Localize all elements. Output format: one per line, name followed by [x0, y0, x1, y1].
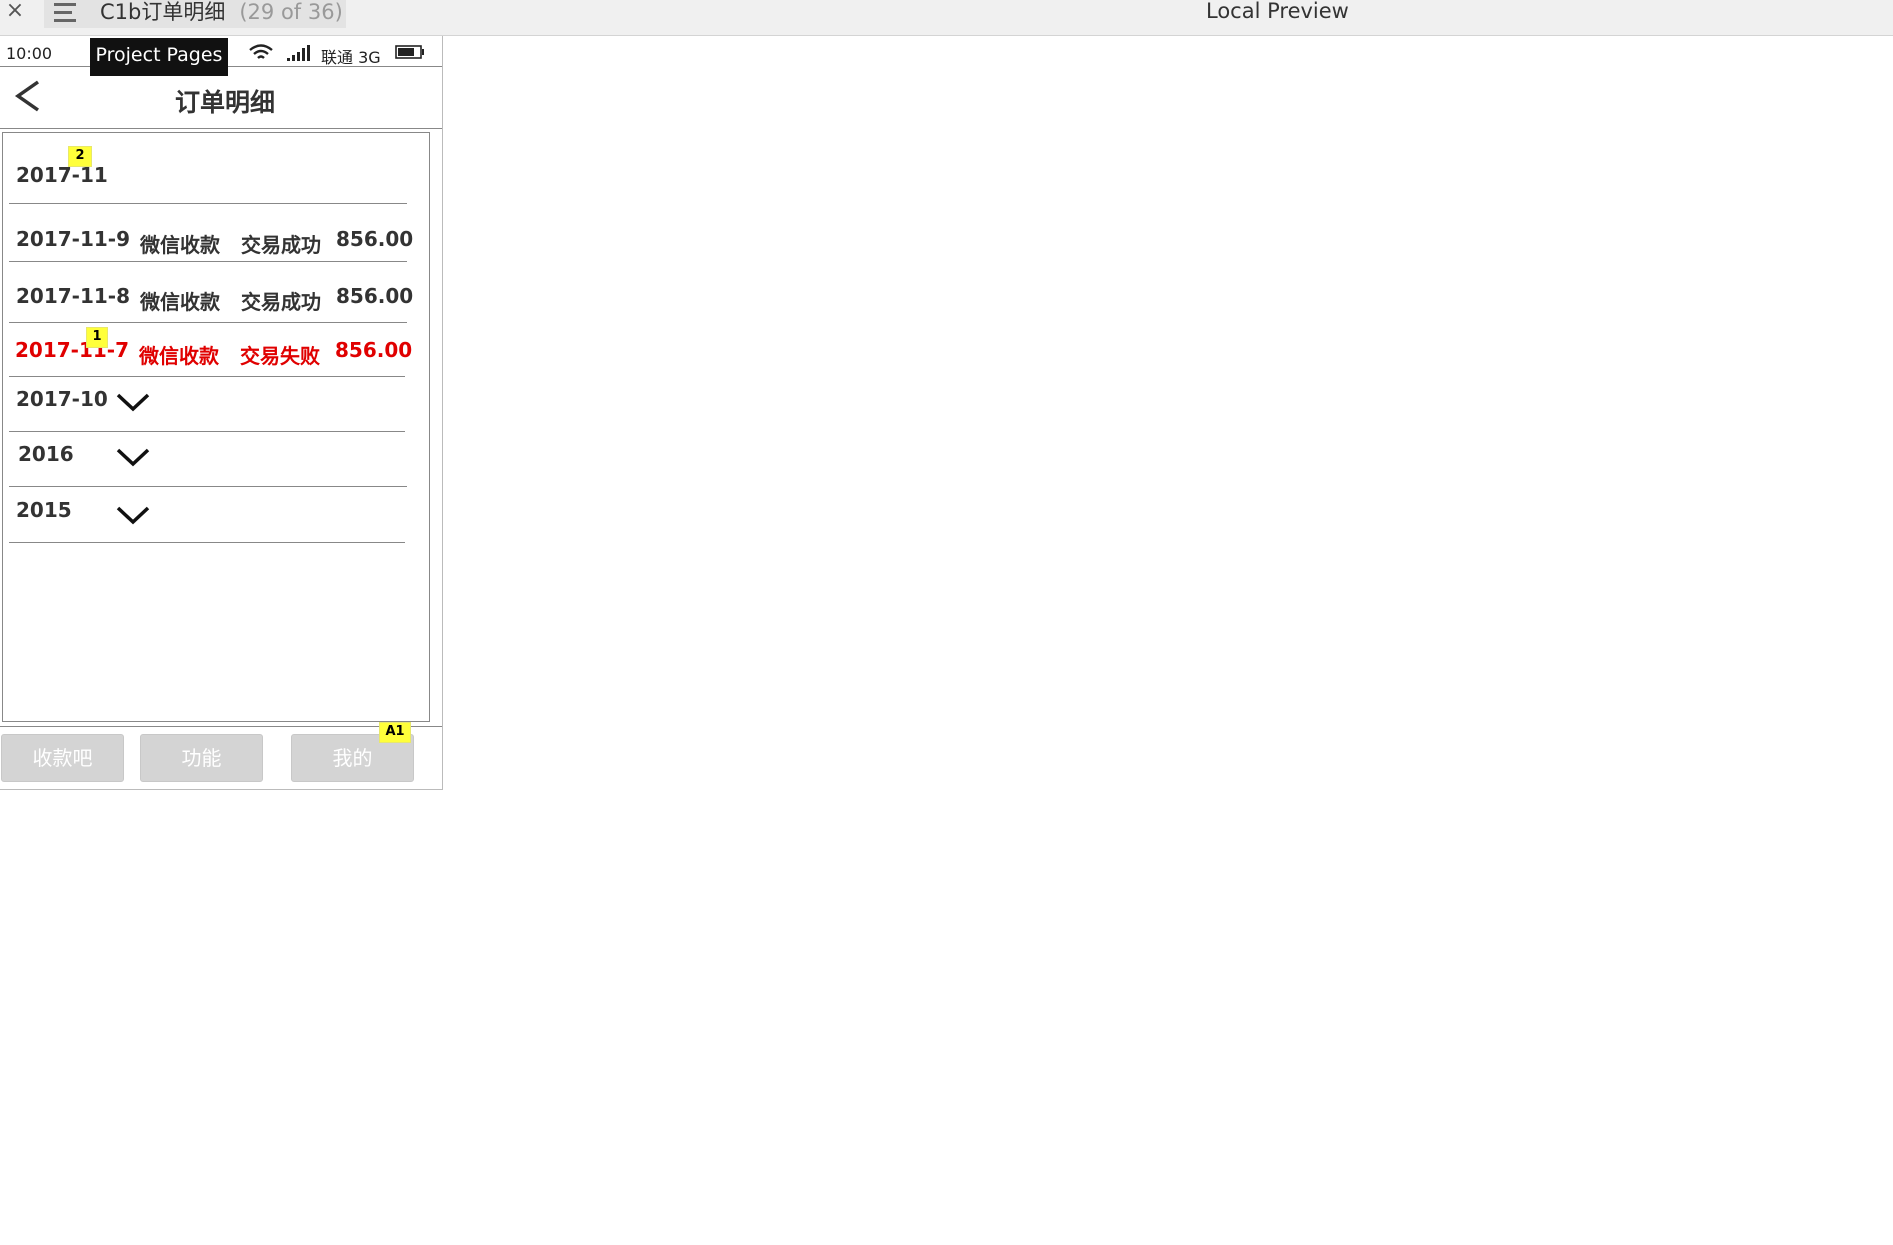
chevron-down-icon[interactable]: [115, 446, 151, 468]
close-icon[interactable]: ×: [4, 0, 26, 24]
tab-collect-payment[interactable]: 收款吧: [1, 734, 124, 782]
group-label: 2016: [18, 442, 74, 466]
month-header-2017-11[interactable]: 2017-11: [16, 163, 108, 187]
hamburger-menu-icon[interactable]: [54, 3, 80, 23]
divider: [9, 486, 407, 487]
divider: [9, 542, 405, 543]
annotation-badge-a1: A1: [380, 723, 410, 742]
transaction-date: 2017-11-7: [15, 338, 130, 362]
nav-bar: 订单明细: [0, 67, 442, 129]
page-tab[interactable]: C1b订单明细 (29 of 36): [44, 0, 346, 28]
transaction-channel: 微信收款: [140, 233, 220, 257]
battery-icon: [395, 45, 424, 59]
status-time: 10:00: [6, 44, 53, 63]
group-label: 2017-10: [16, 387, 108, 411]
annotation-badge-1: 1: [87, 328, 107, 347]
transaction-channel: 微信收款: [139, 344, 219, 368]
signal-icon: [287, 45, 310, 61]
divider: [9, 203, 407, 204]
tab-page-name: C1b订单明细: [100, 0, 226, 24]
status-bar: 10:00 联通 3G Project Pages: [0, 36, 442, 76]
transaction-date: 2017-11-8: [16, 284, 131, 308]
preview-toolbar: × C1b订单明细 (29 of 36) Local Preview: [0, 0, 1893, 36]
project-pages-tooltip: Project Pages: [90, 38, 228, 76]
tab-features[interactable]: 功能: [140, 734, 263, 782]
divider: [9, 261, 407, 262]
preview-title: Local Preview: [1206, 0, 1349, 23]
transaction-date: 2017-11-9: [16, 227, 131, 251]
transaction-amount: 856.00: [336, 227, 414, 251]
transaction-status: 交易成功: [241, 233, 321, 257]
transaction-channel: 微信收款: [140, 290, 220, 314]
tab-title: C1b订单明细 (29 of 36): [100, 0, 343, 26]
phone-frame: 10:00 联通 3G Project Pages 订单明细 2017-11 2…: [0, 36, 443, 790]
carrier-label: 联通 3G: [321, 48, 381, 67]
tab-page-count: (29 of 36): [239, 0, 343, 24]
divider: [9, 322, 407, 323]
page-title: 订单明细: [174, 88, 275, 117]
chevron-down-icon[interactable]: [115, 391, 151, 413]
divider: [9, 431, 405, 432]
divider: [9, 376, 405, 377]
transaction-amount: 856.00: [335, 338, 413, 362]
chevron-down-icon[interactable]: [115, 504, 151, 526]
bottom-tab-bar: 收款吧 功能 我的 A1: [0, 723, 442, 789]
group-label: 2015: [16, 498, 72, 522]
transaction-status: 交易成功: [241, 290, 321, 314]
annotation-badge-2: 2: [69, 147, 91, 166]
transaction-status: 交易失败: [240, 344, 320, 368]
transaction-amount: 856.00: [336, 284, 414, 308]
order-list: 2017-11 2 2017-11-9 微信收款 交易成功 856.00 201…: [2, 132, 430, 722]
wifi-icon: [249, 44, 273, 59]
